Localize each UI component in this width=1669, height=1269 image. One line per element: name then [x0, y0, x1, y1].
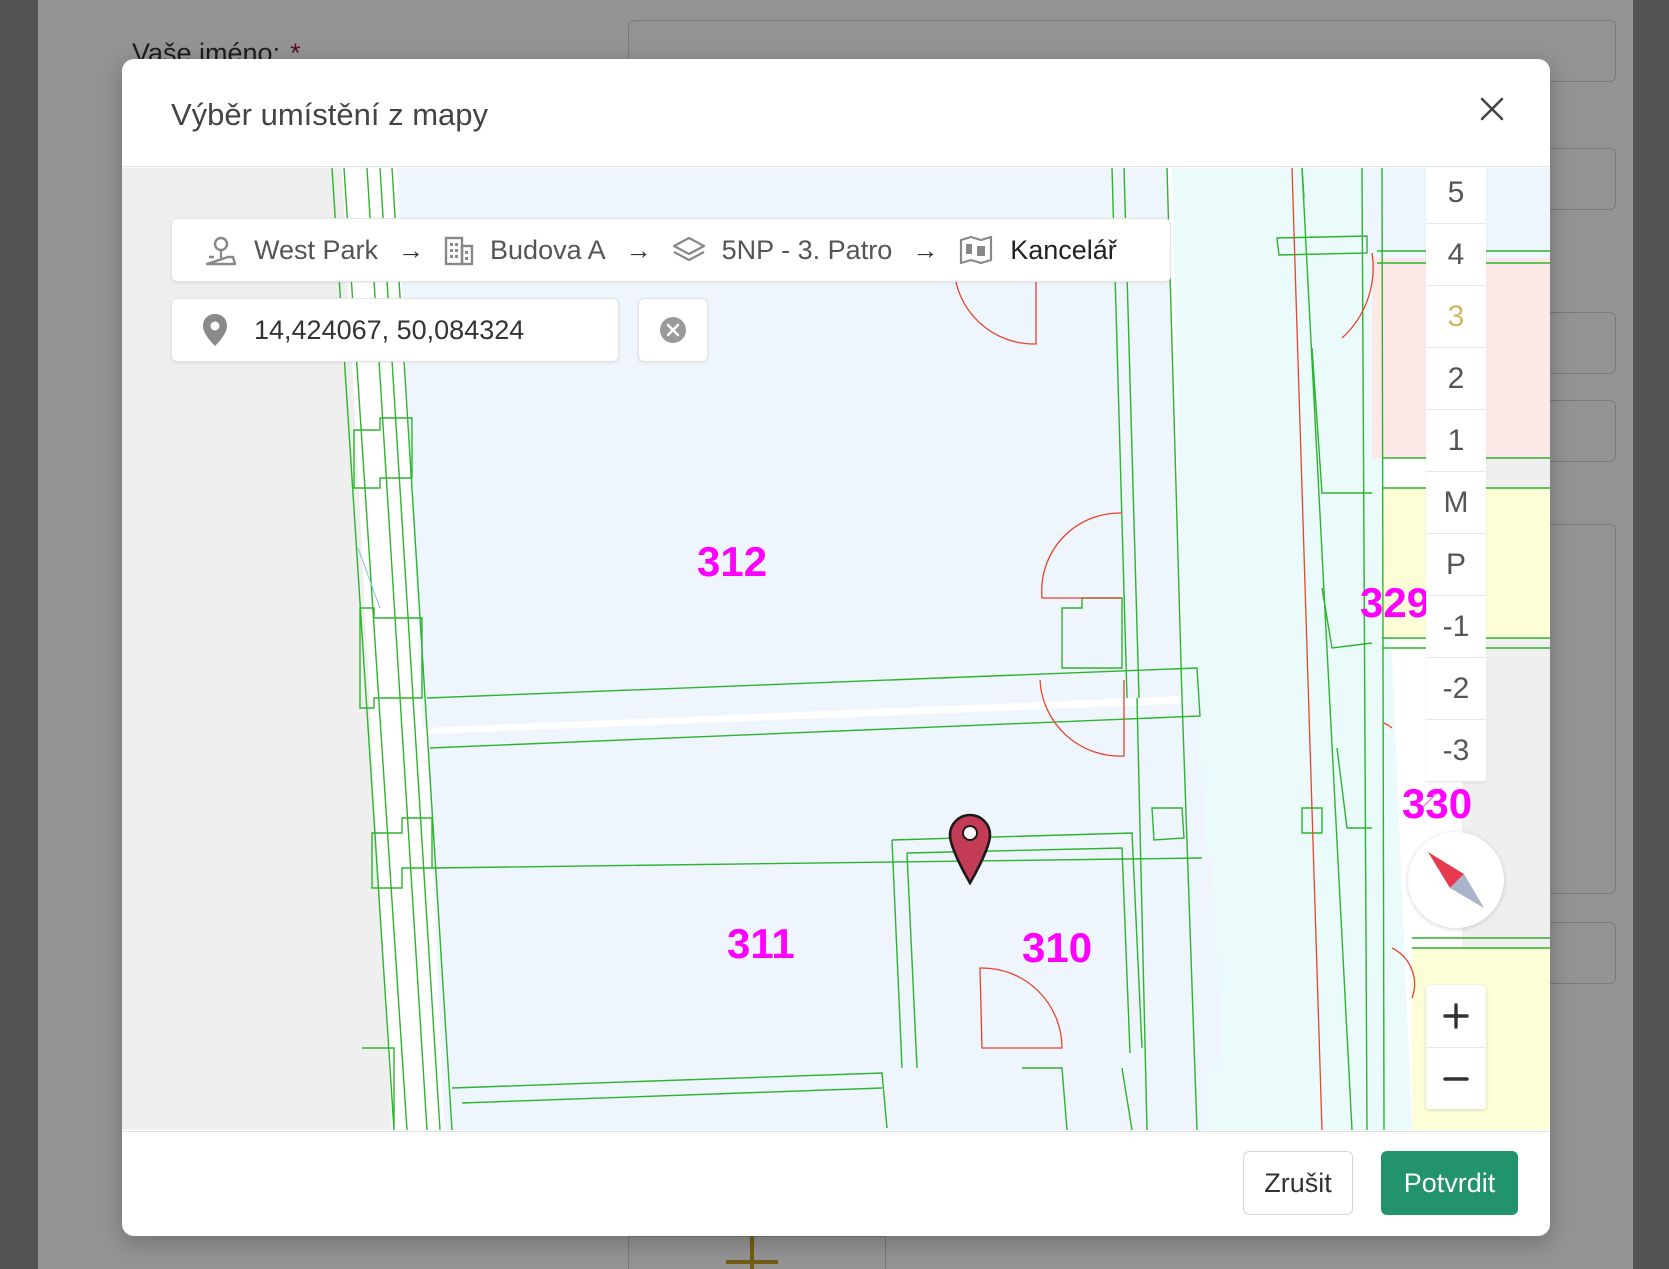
modal-title: Výběr umístění z mapy — [171, 97, 489, 132]
map-pin-icon — [948, 813, 992, 886]
floor-button-5[interactable]: 5 — [1426, 168, 1486, 224]
crumb-building-label: Budova A — [490, 234, 606, 265]
room-plan-icon — [960, 235, 993, 265]
location-person-icon — [205, 236, 237, 266]
crumb-room-label: Kancelář — [1010, 234, 1117, 265]
location-picker-modal: Výběr umístění z mapy 312 311 310 329 33… — [122, 59, 1550, 1236]
compass-button[interactable] — [1408, 832, 1504, 928]
floor-button-p[interactable]: P — [1426, 534, 1486, 596]
layers-icon — [672, 236, 705, 262]
room-label-310: 310 — [1022, 924, 1092, 971]
close-button[interactable] — [1474, 91, 1510, 127]
floor-button-minus-1[interactable]: -1 — [1426, 596, 1486, 658]
room-label-311: 311 — [727, 920, 795, 967]
breadcrumb-arrow-icon: → — [912, 234, 939, 265]
crumb-site-label: West Park — [254, 234, 379, 265]
crumb-building[interactable]: Budova A — [444, 234, 606, 266]
clear-coordinates-button[interactable] — [638, 298, 708, 362]
building-icon — [444, 236, 474, 266]
zoom-control — [1426, 985, 1486, 1109]
floor-button-minus-3[interactable]: -3 — [1426, 720, 1486, 782]
clear-icon — [660, 317, 686, 343]
close-icon — [1480, 97, 1504, 121]
coordinates-field[interactable]: 14,424067, 50,084324 — [171, 298, 619, 362]
floor-selector: 5 4 3 2 1 M P -1 -2 -3 — [1426, 168, 1486, 782]
floor-button-4[interactable]: 4 — [1426, 224, 1486, 286]
minus-icon — [1443, 1076, 1469, 1081]
location-breadcrumb: West Park → Budova A → 5NP - 3. Patro → … — [171, 218, 1171, 282]
location-pin-icon — [203, 314, 227, 346]
floor-button-minus-2[interactable]: -2 — [1426, 658, 1486, 720]
floor-plan-map[interactable]: 312 311 310 329 330 West Park → Budova A… — [122, 168, 1550, 1130]
compass-icon — [1428, 852, 1484, 908]
location-marker[interactable] — [948, 813, 992, 890]
crumb-floor-label: 5NP - 3. Patro — [721, 234, 893, 265]
room-label-330: 330 — [1402, 780, 1472, 827]
zoom-in-button[interactable] — [1426, 985, 1486, 1047]
plus-icon — [1443, 1003, 1469, 1029]
breadcrumb-arrow-icon: → — [625, 234, 652, 265]
modal-footer: Zrušit Potvrdit — [122, 1131, 1550, 1236]
modal-header: Výběr umístění z mapy — [122, 59, 1550, 167]
breadcrumb-arrow-icon: → — [398, 234, 425, 265]
floor-button-3[interactable]: 3 — [1426, 286, 1486, 348]
confirm-button[interactable]: Potvrdit — [1381, 1151, 1518, 1215]
zoom-out-button[interactable] — [1426, 1047, 1486, 1109]
floor-button-1[interactable]: 1 — [1426, 410, 1486, 472]
floor-button-2[interactable]: 2 — [1426, 348, 1486, 410]
crumb-site[interactable]: West Park — [204, 233, 378, 267]
floor-button-m[interactable]: M — [1426, 472, 1486, 534]
cancel-button[interactable]: Zrušit — [1243, 1151, 1353, 1215]
room-label-329: 329 — [1360, 579, 1430, 626]
crumb-floor[interactable]: 5NP - 3. Patro — [672, 234, 893, 266]
crumb-room[interactable]: Kancelář — [958, 234, 1117, 266]
room-label-312: 312 — [697, 538, 767, 585]
coordinates-value: 14,424067, 50,084324 — [254, 314, 525, 345]
